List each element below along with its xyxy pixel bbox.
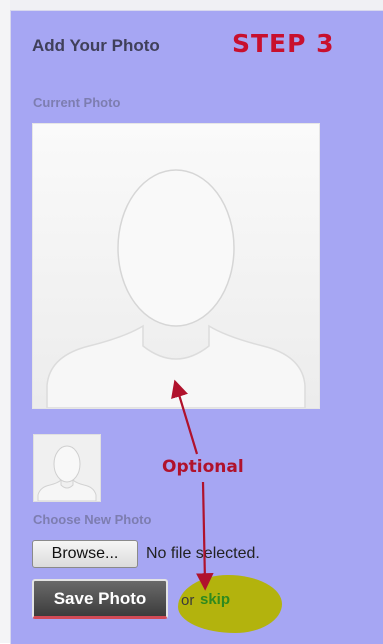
or-text: or	[181, 592, 195, 609]
current-photo	[32, 123, 320, 409]
avatar-silhouette-icon	[33, 124, 319, 408]
browse-button[interactable]: Browse...	[32, 540, 138, 568]
page-title: Add Your Photo	[32, 36, 160, 55]
top-border	[0, 0, 383, 10]
optional-annotation-label: Optional	[162, 457, 244, 477]
avatar-silhouette-icon	[34, 435, 100, 501]
step-label: STEP 3	[232, 29, 335, 58]
current-photo-label: Current Photo	[33, 95, 121, 110]
file-status-text: No file selected.	[146, 545, 260, 562]
choose-new-photo-label: Choose New Photo	[33, 512, 152, 527]
save-photo-button[interactable]: Save Photo	[32, 579, 168, 619]
new-photo-thumbnail	[33, 434, 101, 502]
left-border	[0, 0, 10, 643]
skip-link[interactable]: skip	[200, 591, 230, 608]
